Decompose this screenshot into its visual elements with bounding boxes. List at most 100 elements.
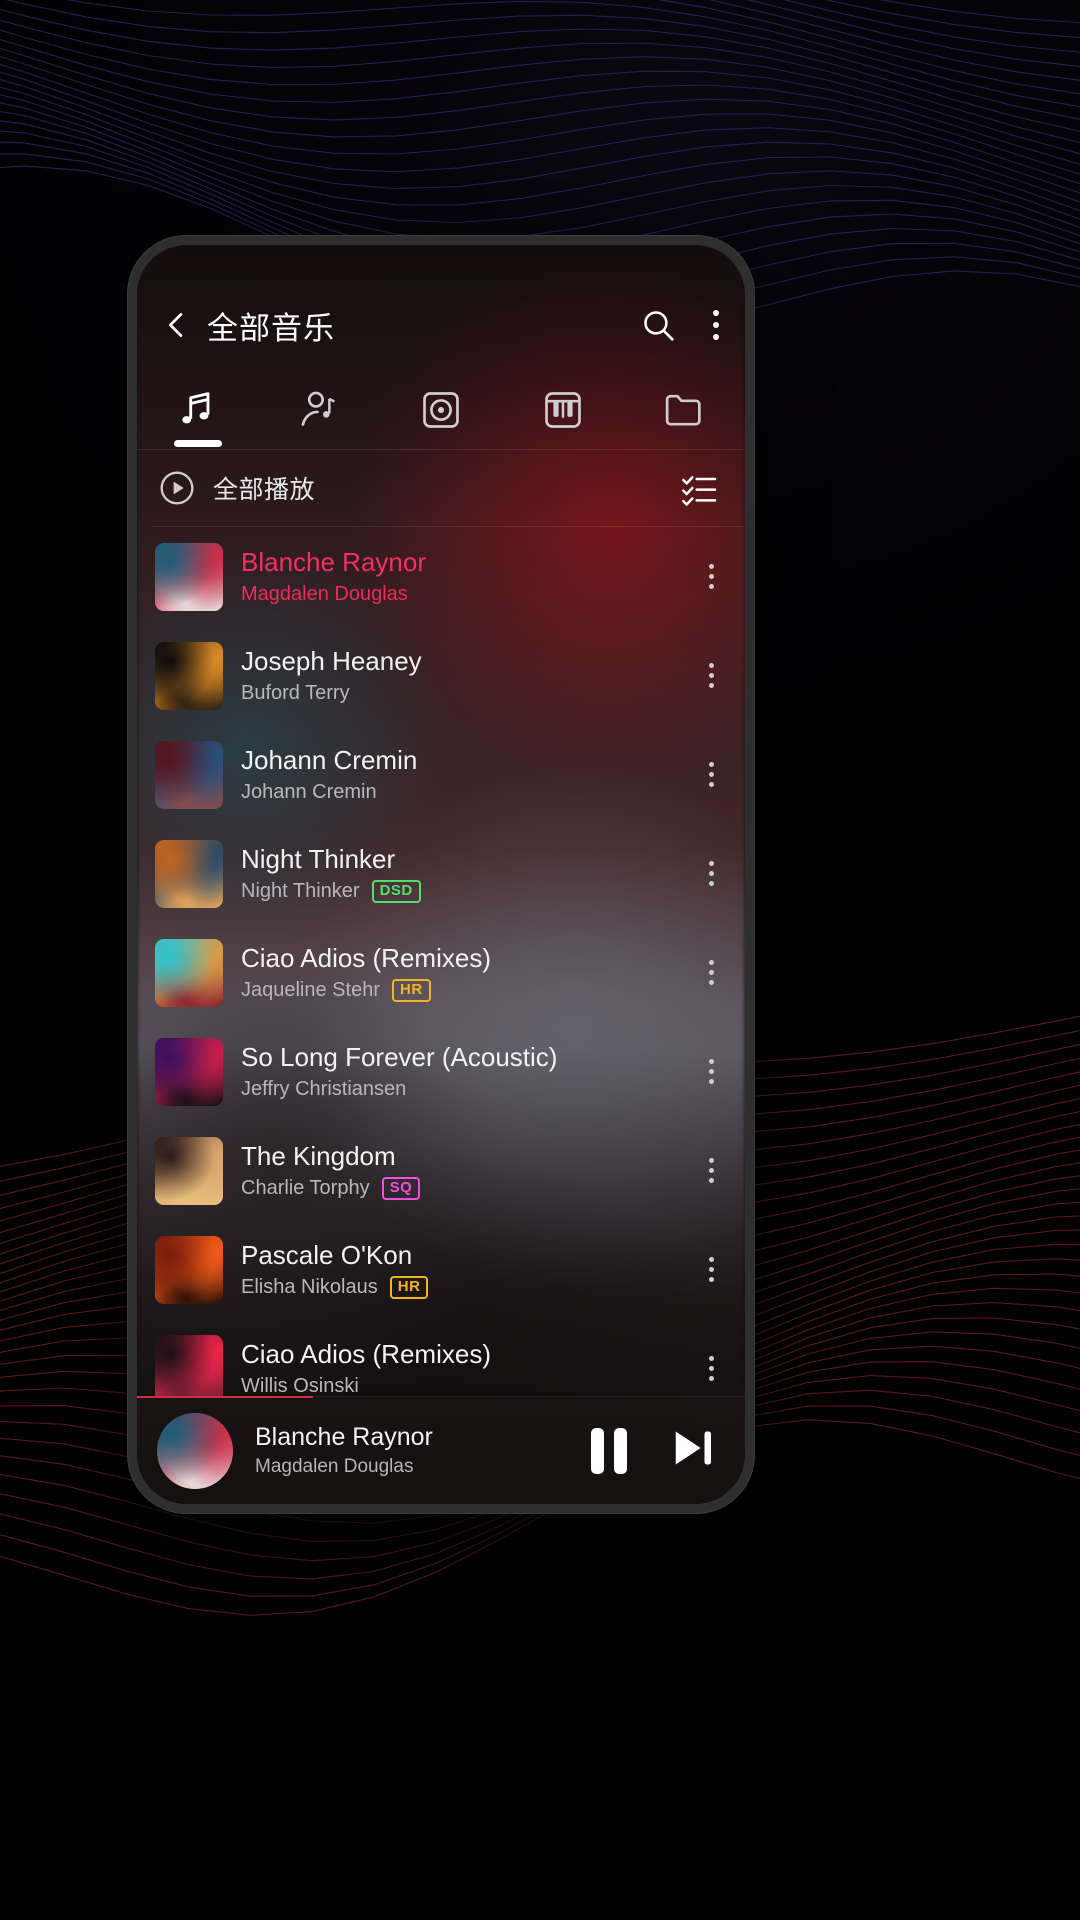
tab-albums[interactable] [380, 371, 502, 449]
tab-artists[interactable] [259, 371, 381, 449]
song-overflow-menu-icon[interactable] [697, 1148, 725, 1194]
song-title: Ciao Adios (Remixes) [241, 942, 491, 973]
album-art-thumbnail [155, 1235, 223, 1304]
quality-badge: HR [389, 1275, 429, 1299]
song-overflow-menu-icon[interactable] [697, 1049, 725, 1095]
song-title: Pascale O'Kon [241, 1239, 413, 1270]
song-row[interactable]: Night Thinker Night Thinker DSD [137, 824, 745, 923]
song-row[interactable]: Joseph Heaney Buford Terry [137, 626, 745, 725]
song-artist: Charlie Torphy [241, 1177, 370, 1200]
phone-screen: 全部音乐 全部播放 Blanche Raynor Magdalen Dougla… [137, 245, 745, 1504]
pause-icon[interactable] [591, 1427, 627, 1474]
song-subtitle-row: Magdalen Douglas [241, 582, 697, 606]
song-artist: Night Thinker [241, 880, 360, 903]
song-title: Johann Cremin [241, 744, 418, 775]
song-row[interactable]: The Kingdom Charlie Torphy SQ [137, 1121, 745, 1220]
overflow-menu-icon[interactable] [711, 306, 721, 344]
album-art-thumbnail [155, 641, 223, 710]
song-list[interactable]: Blanche Raynor Magdalen Douglas Joseph Hea… [137, 527, 745, 1396]
play-all-label: 全部播放 [213, 476, 316, 504]
phone-mockup: 全部音乐 全部播放 Blanche Raynor Magdalen Dougla… [128, 236, 754, 1513]
search-icon[interactable] [639, 306, 677, 344]
page-title: 全部音乐 [207, 310, 335, 346]
now-playing-title: Blanche Raynor [255, 1423, 433, 1451]
song-artist: Jeffry Christiansen [241, 1078, 407, 1101]
skip-next-glyph [675, 1431, 712, 1465]
song-subtitle-row: Buford Terry [241, 681, 697, 705]
album-art-thumbnail [155, 542, 223, 611]
song-subtitle-row: Night Thinker DSD [241, 879, 697, 903]
playback-controls [591, 1425, 719, 1476]
play-all-row: 全部播放 [137, 450, 745, 526]
song-overflow-menu-icon[interactable] [697, 950, 725, 996]
song-overflow-menu-icon[interactable] [697, 653, 725, 699]
album-art-thumbnail [155, 1037, 223, 1106]
song-subtitle-row: Johann Cremin [241, 780, 697, 804]
album-art-thumbnail [155, 938, 223, 1007]
song-row[interactable]: Johann Cremin Johann Cremin [137, 725, 745, 824]
app-bar: 全部音乐 [137, 289, 745, 361]
song-row[interactable]: Pascale O'Kon Elisha Nikolaus HR [137, 1220, 745, 1319]
song-meta: So Long Forever (Acoustic) Jeffry Christi… [241, 1042, 697, 1102]
song-title: Night Thinker [241, 843, 396, 874]
song-row[interactable]: Blanche Raynor Magdalen Douglas [137, 527, 745, 626]
tab-songs[interactable] [137, 371, 259, 449]
song-subtitle-row: Willis Osinski [241, 1374, 697, 1396]
playback-progress-bar[interactable] [137, 1396, 314, 1398]
song-meta: The Kingdom Charlie Torphy SQ [241, 1141, 697, 1201]
song-overflow-menu-icon[interactable] [697, 752, 725, 798]
tab-active-indicator [173, 440, 222, 447]
song-artist: Elisha Nikolaus [241, 1276, 378, 1299]
song-meta: Johann Cremin Johann Cremin [241, 745, 697, 805]
album-art-thumbnail [155, 740, 223, 809]
song-title: The Kingdom [241, 1140, 396, 1171]
tab-genres[interactable] [502, 371, 624, 449]
song-row[interactable]: Ciao Adios (Remixes) Willis Osinski [137, 1319, 745, 1396]
chevron-left-icon[interactable] [159, 308, 193, 342]
piano-keys-icon [544, 392, 581, 428]
song-meta: Night Thinker Night Thinker DSD [241, 844, 697, 904]
play-circle-icon [160, 471, 194, 505]
song-meta: Pascale O'Kon Elisha Nikolaus HR [241, 1240, 697, 1300]
song-artist: Buford Terry [241, 682, 350, 705]
song-overflow-menu-icon[interactable] [697, 1346, 725, 1392]
album-disc-icon [423, 392, 459, 428]
now-playing-avatar[interactable] [157, 1412, 233, 1489]
album-art-thumbnail [155, 1334, 223, 1396]
song-title: So Long Forever (Acoustic) [241, 1041, 558, 1072]
song-overflow-menu-icon[interactable] [697, 554, 725, 600]
checklist-icon[interactable] [679, 468, 719, 508]
song-overflow-menu-icon[interactable] [697, 851, 725, 897]
artist-icon [301, 391, 336, 426]
quality-badge: HR [391, 978, 431, 1002]
song-title: Blanche Raynor [241, 546, 426, 577]
song-artist: Willis Osinski [241, 1375, 359, 1396]
song-title: Ciao Adios (Remixes) [241, 1338, 491, 1369]
play-all-button[interactable]: 全部播放 [157, 468, 315, 508]
song-subtitle-row: Jeffry Christiansen [241, 1077, 697, 1101]
folder-icon [665, 394, 701, 426]
album-art-thumbnail [155, 839, 223, 908]
song-row[interactable]: So Long Forever (Acoustic) Jeffry Christi… [137, 1022, 745, 1121]
song-meta: Ciao Adios (Remixes) Jaqueline Stehr HR [241, 943, 697, 1003]
song-meta: Joseph Heaney Buford Terry [241, 646, 697, 706]
album-art-thumbnail [155, 1136, 223, 1205]
song-subtitle-row: Jaqueline Stehr HR [241, 978, 697, 1002]
skip-next-icon[interactable] [667, 1425, 719, 1476]
mini-player-bar[interactable]: Blanche Raynor Magdalen Douglas [137, 1396, 745, 1504]
song-subtitle-row: Elisha Nikolaus HR [241, 1275, 697, 1299]
song-artist: Magdalen Douglas [241, 583, 408, 606]
song-meta: Blanche Raynor Magdalen Douglas [241, 547, 697, 607]
category-tab-bar [137, 371, 745, 449]
song-meta: Ciao Adios (Remixes) Willis Osinski [241, 1339, 697, 1396]
song-artist: Johann Cremin [241, 781, 377, 804]
now-playing-meta: Blanche Raynor Magdalen Douglas [255, 1423, 591, 1478]
song-overflow-menu-icon[interactable] [697, 1247, 725, 1293]
quality-badge: DSD [371, 879, 421, 903]
tab-folders[interactable] [623, 371, 745, 449]
song-row[interactable]: Ciao Adios (Remixes) Jaqueline Stehr HR [137, 923, 745, 1022]
now-playing-artist: Magdalen Douglas [255, 1456, 414, 1477]
music-note-icon [182, 392, 210, 424]
quality-badge: SQ [381, 1176, 421, 1200]
song-title: Joseph Heaney [241, 645, 422, 676]
